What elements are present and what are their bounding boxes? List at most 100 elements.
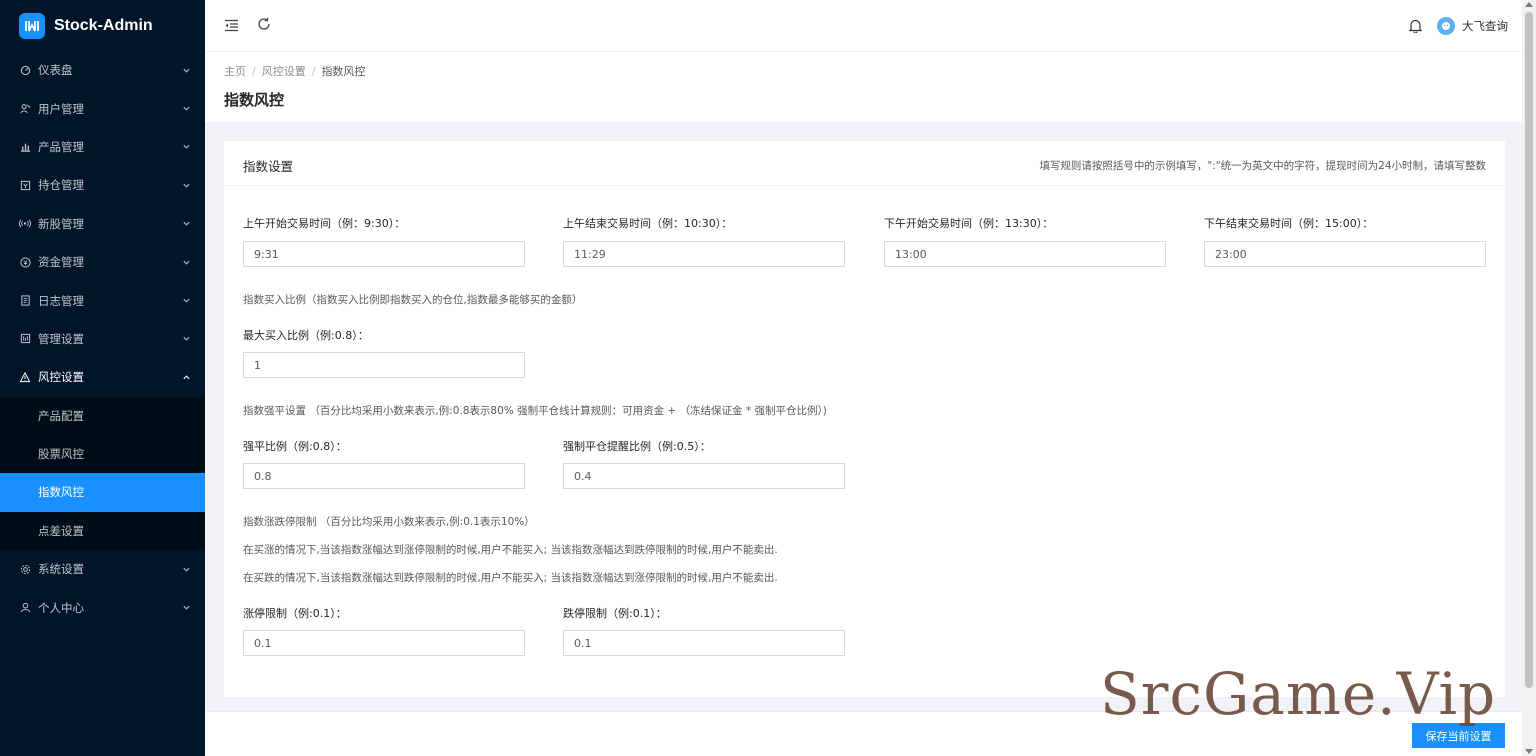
sidebar-item-ipo[interactable]: 新股管理 (0, 205, 205, 243)
chevron-down-icon (182, 104, 191, 113)
sidebar-item-label: 风控设置 (38, 370, 84, 385)
am-end-input[interactable]: 11:29 (563, 241, 845, 267)
chevron-down-icon (182, 66, 191, 75)
chevron-down-icon (182, 258, 191, 267)
menu-fold-icon[interactable] (222, 16, 240, 34)
sidebar-item-label: 资金管理 (38, 255, 84, 270)
sidebar-item-risk-control[interactable]: 风控设置 (0, 358, 205, 396)
sidebar-item-label: 新股管理 (38, 216, 84, 231)
logo[interactable]: Stock-Admin (0, 0, 205, 52)
max-buy-label: 最大买入比例（例:0.8）： (243, 329, 369, 342)
chevron-down-icon (182, 603, 191, 612)
force-close-note: 指数强平设置 （百分比均采用小数来表示,例:0.8表示80% 强制平仓线计算规则… (243, 405, 827, 417)
sidebar-item-users[interactable]: 用户管理 (0, 89, 205, 127)
pm-start-label: 下午开始交易时间（例：13:30）： (884, 217, 1054, 230)
position-icon (19, 179, 31, 191)
broadcast-icon (19, 218, 31, 230)
breadcrumb-parent[interactable]: 风控设置 (262, 65, 306, 78)
sidebar-item-label: 用户管理 (38, 101, 84, 116)
pm-end-input[interactable]: 23:00 (1204, 241, 1486, 267)
sidebar-item-label: 仪表盘 (38, 63, 73, 78)
am-end-label: 上午结束交易时间（例：10:30）： (563, 217, 733, 230)
sidebar-item-system-settings[interactable]: 系统设置 (0, 550, 205, 588)
chevron-down-icon (182, 181, 191, 190)
sidebar-subitem-product-config[interactable]: 产品配置 (0, 397, 205, 435)
down-limit-input[interactable]: 0.1 (563, 630, 845, 656)
chevron-down-icon (182, 334, 191, 343)
money-icon (19, 256, 31, 268)
gear-icon (19, 563, 31, 575)
breadcrumb: 主页 / 风控设置 / 指数风控 (224, 63, 365, 79)
sidebar-item-positions[interactable]: 持仓管理 (0, 166, 205, 204)
scrollbar-thumb[interactable] (1525, 12, 1533, 688)
top-header: 大飞查询 (205, 0, 1522, 52)
am-start-input[interactable]: 9:31 (243, 241, 525, 267)
sidebar-item-dashboard[interactable]: 仪表盘 (0, 51, 205, 89)
sidebar-item-admin-settings[interactable]: 管理设置 (0, 320, 205, 358)
scrollbar[interactable] (1522, 0, 1536, 756)
risk-control-submenu: 产品配置 股票风控 指数风控 点差设置 (0, 396, 205, 551)
limit-rule-short: 在买跌的情况下,当该指数涨幅达到跌停限制的时候,用户不能买入; 当该指数涨幅达到… (243, 572, 778, 584)
breadcrumb-separator: / (252, 65, 256, 78)
scroll-down-icon[interactable] (1525, 749, 1533, 754)
sidebar-menu: 仪表盘 用户管理 产品管理 持仓管理 新股管理 资金管理 日志管理 管理设置 风… (0, 51, 205, 627)
dashboard-icon (19, 64, 31, 76)
sidebar-item-label: 日志管理 (38, 293, 84, 308)
warning-icon (19, 371, 31, 383)
sidebar-subitem-spread-settings[interactable]: 点差设置 (0, 512, 205, 550)
page-header: 主页 / 风控设置 / 指数风控 指数风控 (205, 52, 1522, 122)
max-buy-input[interactable]: 1 (243, 352, 525, 378)
sidebar-item-products[interactable]: 产品管理 (0, 128, 205, 166)
breadcrumb-current: 指数风控 (321, 65, 366, 78)
scroll-up-icon[interactable] (1525, 2, 1533, 7)
user-icon (19, 602, 31, 614)
bell-icon[interactable] (1407, 18, 1423, 34)
chevron-down-icon (182, 142, 191, 151)
logo-icon (19, 13, 45, 39)
up-limit-label: 涨停限制（例:0.1）： (243, 607, 347, 620)
sidebar-item-label: 管理设置 (38, 331, 84, 346)
watermark: SrcGame.Vip (1100, 660, 1497, 728)
settings-panel-icon (19, 333, 31, 345)
user-name[interactable]: 大飞查询 (1462, 18, 1508, 34)
pm-start-input[interactable]: 13:00 (884, 241, 1166, 267)
chevron-down-icon (182, 565, 191, 574)
card-hint: 填写规则请按照括号中的示例填写，":"统一为英文中的字符，提现时间为24小时制，… (1039, 160, 1486, 172)
sidebar-item-logs[interactable]: 日志管理 (0, 281, 205, 319)
sidebar-item-label: 个人中心 (38, 600, 84, 615)
force-ratio-label: 强平比例（例:0.8）： (243, 440, 347, 453)
header-actions: 大飞查询 (1407, 0, 1508, 52)
bar-chart-icon (19, 141, 31, 153)
card-title: 指数设置 (243, 159, 294, 174)
sidebar-item-label: 系统设置 (38, 562, 84, 577)
am-start-label: 上午开始交易时间（例：9:30）： (243, 217, 406, 230)
limit-note: 指数涨跌停限制 （百分比均采用小数来表示,例:0.1表示10%） (243, 516, 535, 528)
limit-rule-long: 在买涨的情况下,当该指数涨幅达到涨停限制的时候,用户不能买入; 当该指数涨幅达到… (243, 544, 778, 556)
sidebar-subitem-stock-risk[interactable]: 股票风控 (0, 435, 205, 473)
users-icon (19, 103, 31, 115)
force-ratio-input[interactable]: 0.8 (243, 463, 525, 489)
sidebar-item-profile[interactable]: 个人中心 (0, 588, 205, 626)
down-limit-label: 跌停限制（例:0.1）： (563, 607, 667, 620)
buy-ratio-note: 指数买入比例（指数买入比例即指数买入的仓位,指数最多能够买的金额） (243, 294, 583, 306)
avatar[interactable] (1437, 17, 1455, 35)
force-warn-input[interactable]: 0.4 (563, 463, 845, 489)
force-warn-label: 强制平仓提醒比例（例:0.5）： (563, 440, 711, 453)
sidebar-item-funds[interactable]: 资金管理 (0, 243, 205, 281)
chevron-down-icon (182, 296, 191, 305)
sidebar-item-label: 产品管理 (38, 139, 84, 154)
app-name: Stock-Admin (54, 17, 153, 34)
log-icon (19, 295, 31, 307)
index-settings-card: 指数设置 填写规则请按照括号中的示例填写，":"统一为英文中的字符，提现时间为2… (224, 141, 1505, 697)
sidebar: Stock-Admin 仪表盘 用户管理 产品管理 持仓管理 新股管理 资金管理… (0, 0, 205, 756)
chevron-down-icon (182, 219, 191, 228)
breadcrumb-home[interactable]: 主页 (224, 65, 246, 78)
sidebar-subitem-index-risk[interactable]: 指数风控 (0, 473, 205, 512)
pm-end-label: 下午结束交易时间（例：15:00）： (1204, 217, 1374, 230)
up-limit-input[interactable]: 0.1 (243, 630, 525, 656)
page-title: 指数风控 (224, 91, 285, 109)
sidebar-item-label: 持仓管理 (38, 178, 84, 193)
chevron-up-icon (182, 373, 191, 382)
card-header: 指数设置 填写规则请按照括号中的示例填写，":"统一为英文中的字符，提现时间为2… (224, 141, 1505, 186)
reload-icon[interactable] (255, 15, 273, 33)
